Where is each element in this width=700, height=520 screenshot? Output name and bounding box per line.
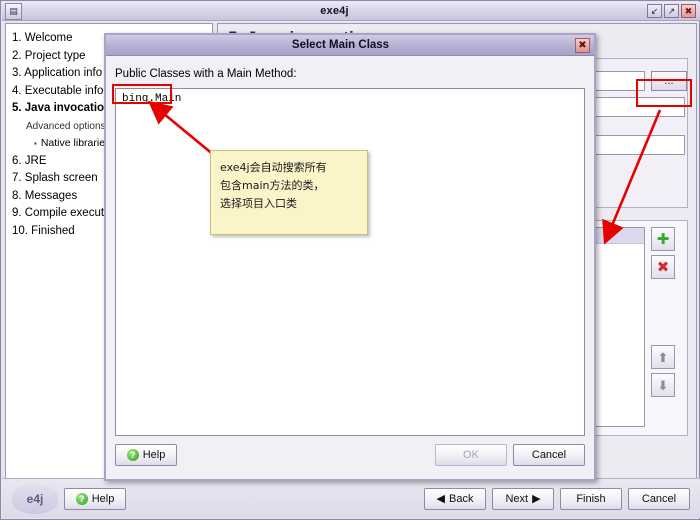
back-button[interactable]: ◀ Back — [424, 487, 486, 510]
close-button[interactable]: ✖ — [681, 4, 696, 18]
dialog-titlebar: Select Main Class ✖ — [106, 35, 594, 56]
delete-button[interactable]: ✖ — [651, 255, 675, 279]
next-button-label: Next — [505, 492, 529, 505]
note-line-2: 包含main方法的类， — [220, 179, 325, 192]
maximize-button[interactable]: ↗ — [664, 4, 679, 18]
help-icon: ? — [75, 492, 88, 505]
highlight-box-main-class — [112, 84, 172, 104]
dialog-body: Public Classes with a Main Method: bing.… — [106, 56, 594, 479]
exe4j-logo: e4j — [12, 483, 58, 514]
annotation-note: exe4j会自动搜索所有 包含main方法的类， 选择项目入口类 — [210, 150, 368, 235]
select-main-class-dialog: Select Main Class ✖ Public Classes with … — [104, 33, 596, 481]
note-line-3: 选择项目入口类 — [220, 197, 297, 210]
next-button[interactable]: Next ▶ — [492, 487, 554, 510]
finish-button[interactable]: Finish — [560, 487, 622, 510]
class-list-label: Public Classes with a Main Method: — [115, 68, 297, 80]
window-controls: ↙ ↗ ✖ — [647, 4, 696, 18]
chevron-left-icon: ◀ — [436, 492, 445, 505]
dialog-close-button[interactable]: ✖ — [575, 37, 590, 53]
window-titlebar: ▤ exe4j ↙ ↗ ✖ — [2, 2, 700, 21]
cancel-button[interactable]: Cancel — [628, 487, 690, 510]
help-icon: ? — [126, 449, 139, 461]
chevron-right-icon: ▶ — [532, 492, 541, 505]
wizard-footer: e4j ? Help ◀ Back Next ▶ Finish Cancel — [2, 478, 700, 518]
highlight-box-browse-button — [636, 79, 692, 107]
class-list[interactable]: bing.Main — [115, 88, 585, 436]
dialog-title: Select Main Class — [291, 39, 390, 51]
move-up-button[interactable]: ⬆ — [651, 345, 675, 369]
dialog-help-label: Help — [142, 449, 166, 461]
move-down-button[interactable]: ⬇ — [651, 373, 675, 397]
dialog-cancel-button[interactable]: Cancel — [513, 444, 585, 466]
dialog-help-button[interactable]: ? Help — [115, 444, 177, 466]
back-button-label: Back — [449, 492, 474, 505]
screen-root: ▤ exe4j ↙ ↗ ✖ 1. Welcome 2. Project type… — [0, 0, 700, 520]
app-icon: ▤ — [5, 2, 22, 20]
window-title: exe4j — [320, 5, 349, 17]
dialog-ok-button[interactable]: OK — [435, 444, 507, 466]
minimize-button[interactable]: ↙ — [647, 4, 662, 18]
dialog-footer: ? Help OK Cancel — [106, 431, 594, 479]
add-button[interactable]: ✚ — [651, 227, 675, 251]
note-line-1: exe4j会自动搜索所有 — [220, 161, 327, 174]
help-button[interactable]: ? Help — [64, 487, 126, 510]
help-button-label: Help — [91, 492, 115, 505]
